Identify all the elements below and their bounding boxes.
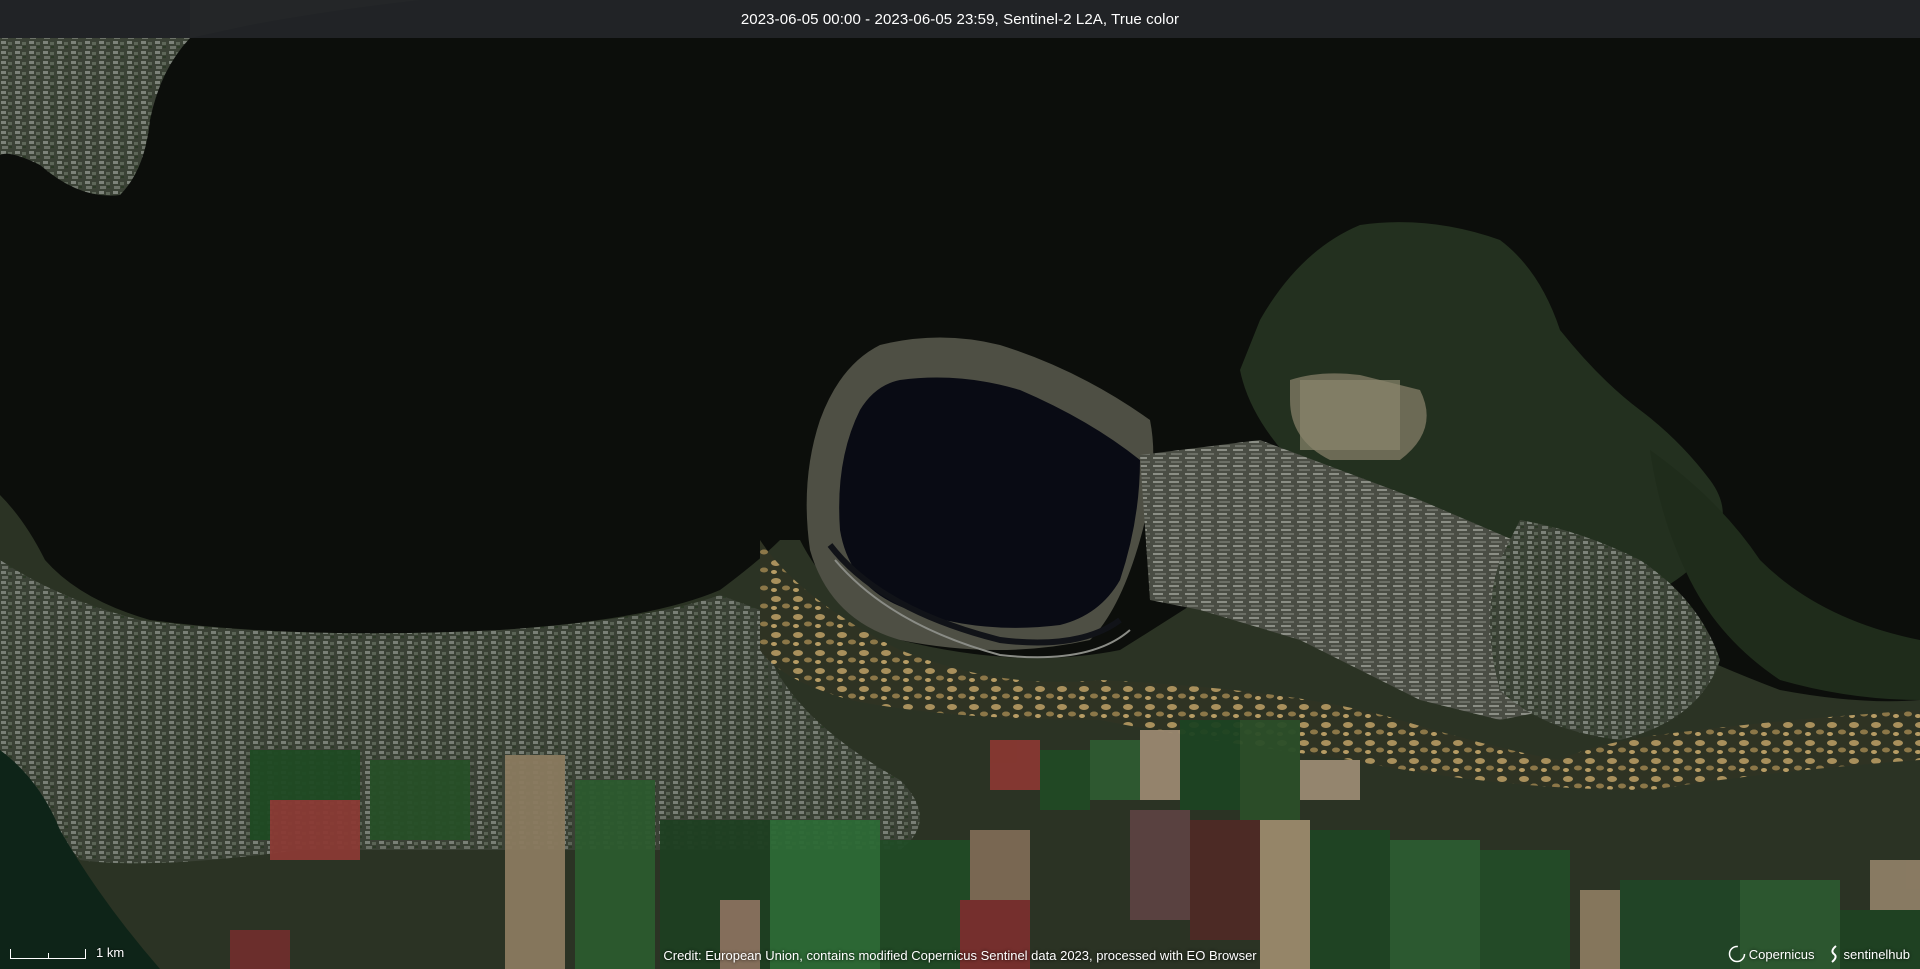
- copernicus-label: Copernicus: [1748, 946, 1815, 962]
- satellite-map-view[interactable]: 2023-06-05 00:00 - 2023-06-05 23:59, Sen…: [0, 0, 1920, 969]
- sentinelhub-label: sentinelhub: [1843, 946, 1911, 962]
- imagery-title: 2023-06-05 00:00 - 2023-06-05 23:59, Sen…: [740, 10, 1180, 28]
- satellite-imagery: [0, 0, 1920, 969]
- copernicus-icon: [1728, 945, 1745, 963]
- copernicus-logo[interactable]: Copernicus: [1728, 945, 1815, 963]
- title-bar: 2023-06-05 00:00 - 2023-06-05 23:59, Sen…: [0, 0, 1920, 38]
- sentinelhub-icon: [1830, 945, 1837, 963]
- sentinelhub-logo[interactable]: sentinelhub: [1827, 945, 1911, 963]
- credit-text: Credit: European Union, contains modifie…: [663, 948, 1257, 963]
- provider-logos: Copernicus sentinelhub: [1728, 945, 1910, 963]
